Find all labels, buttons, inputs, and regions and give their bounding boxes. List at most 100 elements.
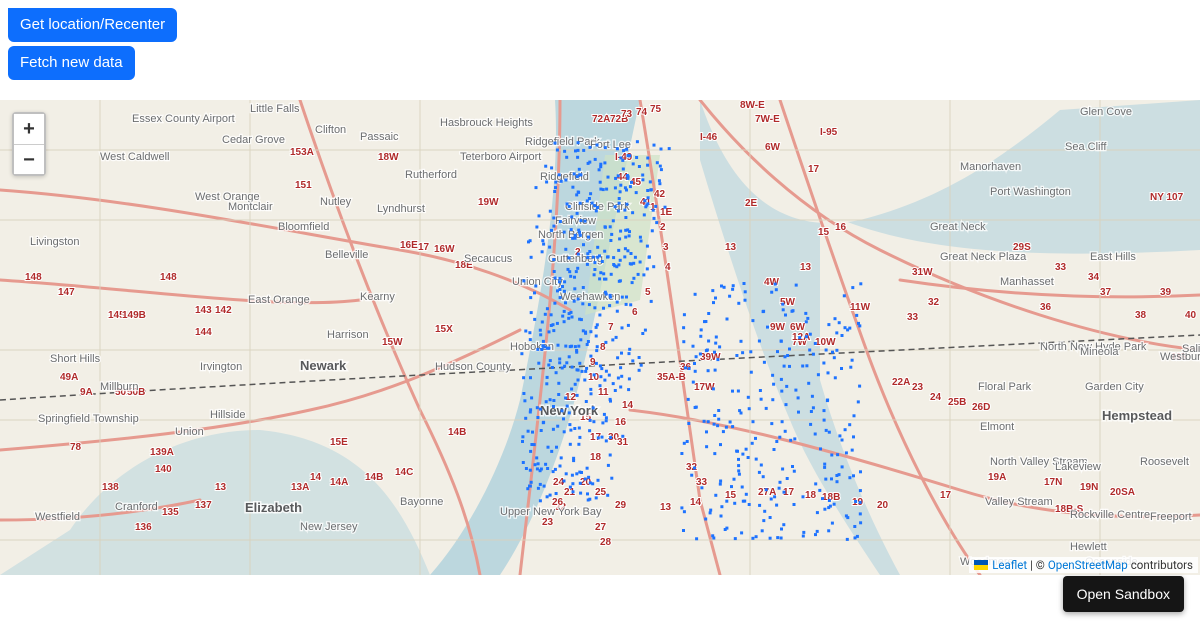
- data-marker[interactable]: [595, 326, 598, 329]
- data-marker[interactable]: [851, 449, 854, 452]
- data-marker[interactable]: [563, 150, 566, 153]
- data-marker[interactable]: [569, 443, 572, 446]
- data-marker[interactable]: [653, 144, 656, 147]
- data-marker[interactable]: [628, 348, 631, 351]
- data-marker[interactable]: [563, 231, 566, 234]
- data-marker[interactable]: [539, 499, 542, 502]
- data-marker[interactable]: [549, 359, 552, 362]
- data-marker[interactable]: [823, 463, 826, 466]
- data-marker[interactable]: [625, 303, 628, 306]
- data-marker[interactable]: [844, 428, 847, 431]
- data-marker[interactable]: [584, 370, 587, 373]
- data-marker[interactable]: [769, 537, 772, 540]
- data-marker[interactable]: [707, 340, 710, 343]
- data-marker[interactable]: [751, 537, 754, 540]
- data-marker[interactable]: [687, 422, 690, 425]
- data-marker[interactable]: [713, 351, 716, 354]
- data-marker[interactable]: [838, 321, 841, 324]
- data-marker[interactable]: [593, 373, 596, 376]
- data-marker[interactable]: [570, 228, 573, 231]
- data-marker[interactable]: [783, 491, 786, 494]
- data-marker[interactable]: [559, 465, 562, 468]
- data-marker[interactable]: [828, 499, 831, 502]
- data-marker[interactable]: [680, 452, 683, 455]
- data-marker[interactable]: [695, 537, 698, 540]
- data-marker[interactable]: [720, 505, 723, 508]
- data-marker[interactable]: [619, 279, 622, 282]
- data-marker[interactable]: [634, 256, 637, 259]
- data-marker[interactable]: [522, 376, 525, 379]
- data-marker[interactable]: [529, 469, 532, 472]
- data-marker[interactable]: [553, 270, 556, 273]
- data-marker[interactable]: [529, 239, 532, 242]
- data-marker[interactable]: [699, 353, 702, 356]
- data-marker[interactable]: [564, 301, 567, 304]
- data-marker[interactable]: [552, 329, 555, 332]
- data-marker[interactable]: [659, 165, 662, 168]
- data-marker[interactable]: [555, 446, 558, 449]
- data-marker[interactable]: [810, 410, 813, 413]
- data-marker[interactable]: [571, 474, 574, 477]
- data-marker[interactable]: [827, 371, 830, 374]
- data-marker[interactable]: [606, 256, 609, 259]
- data-marker[interactable]: [564, 179, 567, 182]
- data-marker[interactable]: [741, 486, 744, 489]
- data-marker[interactable]: [581, 370, 584, 373]
- data-marker[interactable]: [529, 485, 532, 488]
- data-marker[interactable]: [646, 245, 649, 248]
- data-marker[interactable]: [536, 406, 539, 409]
- data-marker[interactable]: [529, 296, 532, 299]
- data-marker[interactable]: [573, 300, 576, 303]
- data-marker[interactable]: [573, 276, 576, 279]
- data-marker[interactable]: [807, 382, 810, 385]
- data-marker[interactable]: [617, 249, 620, 252]
- data-marker[interactable]: [629, 303, 632, 306]
- data-marker[interactable]: [537, 362, 540, 365]
- data-marker[interactable]: [593, 261, 596, 264]
- data-marker[interactable]: [619, 366, 622, 369]
- data-marker[interactable]: [733, 478, 736, 481]
- data-marker[interactable]: [623, 209, 626, 212]
- data-marker[interactable]: [785, 385, 788, 388]
- data-marker[interactable]: [712, 537, 715, 540]
- data-marker[interactable]: [719, 443, 722, 446]
- data-marker[interactable]: [646, 164, 649, 167]
- data-marker[interactable]: [563, 480, 566, 483]
- data-marker[interactable]: [530, 256, 533, 259]
- data-marker[interactable]: [565, 361, 568, 364]
- data-marker[interactable]: [546, 347, 549, 350]
- data-marker[interactable]: [775, 440, 778, 443]
- data-marker[interactable]: [758, 340, 761, 343]
- data-marker[interactable]: [568, 270, 571, 273]
- data-marker[interactable]: [623, 255, 626, 258]
- data-marker[interactable]: [589, 192, 592, 195]
- data-marker[interactable]: [771, 374, 774, 377]
- data-marker[interactable]: [604, 341, 607, 344]
- data-marker[interactable]: [544, 313, 547, 316]
- data-marker[interactable]: [788, 365, 791, 368]
- data-marker[interactable]: [660, 148, 663, 151]
- data-marker[interactable]: [632, 162, 635, 165]
- data-marker[interactable]: [586, 467, 589, 470]
- data-marker[interactable]: [596, 206, 599, 209]
- data-marker[interactable]: [717, 418, 720, 421]
- data-marker[interactable]: [546, 467, 549, 470]
- data-marker[interactable]: [625, 203, 628, 206]
- data-marker[interactable]: [838, 434, 841, 437]
- data-marker[interactable]: [573, 427, 576, 430]
- data-marker[interactable]: [770, 422, 773, 425]
- data-marker[interactable]: [831, 351, 834, 354]
- data-marker[interactable]: [640, 364, 643, 367]
- data-marker[interactable]: [797, 411, 800, 414]
- data-marker[interactable]: [744, 290, 747, 293]
- data-marker[interactable]: [575, 472, 578, 475]
- data-marker[interactable]: [601, 260, 604, 263]
- data-marker[interactable]: [593, 204, 596, 207]
- data-marker[interactable]: [587, 499, 590, 502]
- data-marker[interactable]: [584, 478, 587, 481]
- data-marker[interactable]: [622, 149, 625, 152]
- data-marker[interactable]: [638, 369, 641, 372]
- data-marker[interactable]: [576, 267, 579, 270]
- data-marker[interactable]: [558, 361, 561, 364]
- data-marker[interactable]: [614, 205, 617, 208]
